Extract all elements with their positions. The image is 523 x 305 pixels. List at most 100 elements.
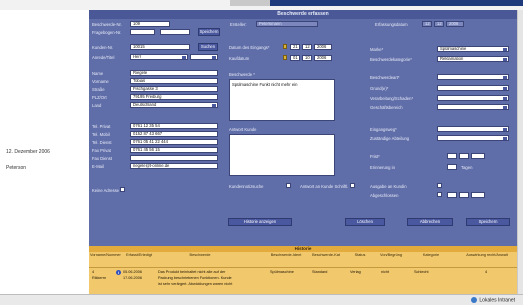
purchase-date-label: Kaufdatum — [229, 56, 250, 61]
purchase-date-day[interactable]: 01 — [290, 55, 300, 61]
complaint-type-label: Beschwerdeart* — [370, 75, 400, 80]
current-date: 12. Dezember 2006 — [6, 149, 50, 155]
delete-button[interactable]: Löschen — [345, 218, 385, 226]
brand-select[interactable]: Spülmaschine — [437, 46, 509, 52]
closed-date-year[interactable] — [471, 192, 485, 198]
no-address-checkbox[interactable] — [120, 187, 125, 192]
history-header: Auswirkung recht/Anwalt — [466, 253, 508, 257]
fax-private-field[interactable]: 0761 45 56 15 — [130, 147, 218, 153]
purchase-date-month[interactable]: 10 — [302, 55, 312, 61]
deadline-year[interactable] — [471, 153, 485, 159]
name-field[interactable]: Riegele — [130, 70, 218, 76]
issue-to-customer-label: Ausgabe an Kundin — [370, 184, 407, 189]
brand-label: Marke* — [370, 47, 384, 52]
processing-select[interactable] — [437, 95, 509, 101]
questionnaire-number-field-2[interactable] — [160, 29, 190, 35]
history-title: Historie — [89, 246, 517, 252]
deadline-month[interactable] — [459, 153, 469, 159]
security-zone-label: Lokales Intranet — [479, 297, 515, 304]
reason-select[interactable] — [437, 85, 509, 91]
department-label: Zuständige Abteilung — [370, 136, 410, 141]
closed-checkbox[interactable] — [437, 192, 442, 197]
reason-label: Grund(e)* — [370, 86, 389, 91]
phone-mobile-label: Tel. Mobil — [92, 132, 110, 137]
name-label: Name — [92, 71, 104, 76]
written-answer-checkbox[interactable] — [350, 183, 355, 188]
email-field[interactable]: riegele@t-online.de — [130, 163, 218, 169]
history-cell: Rikkerm — [92, 276, 106, 280]
reminder-label: Erinnerung in — [370, 165, 395, 170]
complaint-type-select[interactable] — [437, 74, 509, 80]
title-select[interactable] — [190, 54, 218, 60]
complaint-textarea[interactable]: Spülmaschine Funkt nicht mehr ein — [229, 79, 335, 121]
days-label: Tagen — [461, 165, 473, 170]
cancel-button[interactable]: Abbrechen — [407, 218, 453, 226]
phone-mobile-field[interactable]: 0152 87 43 667 — [130, 131, 218, 137]
department-select[interactable] — [437, 135, 509, 141]
history-divider — [89, 267, 517, 268]
info-icon[interactable]: i — [116, 270, 121, 275]
complaint-category-label: Beschwerdekategorie* — [370, 57, 412, 62]
written-answer-label: Antwort an Kunde Schriftl. — [300, 184, 349, 189]
zip-city-field[interactable]: 79195 Freiburg — [130, 94, 218, 100]
receipt-channel-label: Eingangsweg* — [370, 127, 397, 132]
customer-answer-label: Antwort Kunde — [229, 127, 257, 132]
calendar-icon[interactable] — [283, 44, 287, 49]
street-field[interactable]: Fischgasse 3 — [130, 86, 218, 92]
history-cell: Packung beschriebenen Funktionen. Kunde — [158, 276, 232, 280]
customer-answer-textarea[interactable] — [229, 134, 335, 176]
purchase-date-year[interactable]: 2006 — [314, 55, 332, 61]
search-customer-button[interactable]: Suchen — [198, 43, 218, 51]
entry-date-year: 2006 — [446, 21, 464, 27]
save-button[interactable]: Speichern — [466, 218, 510, 226]
deadline-day[interactable] — [447, 153, 457, 159]
complaint-number-field[interactable]: 109 — [130, 21, 170, 27]
phone-private-label: Tel. Privat — [92, 124, 111, 129]
closed-date-day[interactable] — [447, 192, 457, 198]
phone-work-field[interactable]: 0761 05 41 22 444 — [130, 139, 218, 145]
history-cell: Verlag — [350, 270, 361, 274]
complaint-number-label: Beschwerde-Nr. — [92, 22, 122, 27]
business-area-select[interactable] — [437, 104, 509, 110]
browser-top-strip — [0, 0, 523, 10]
entry-date-month: 12 — [434, 21, 444, 27]
closed-date-month[interactable] — [459, 192, 469, 198]
customer-number-field[interactable]: 10015 — [130, 44, 190, 50]
history-cell: 4 — [92, 270, 95, 274]
history-header: Beschwerde-Kat — [312, 253, 340, 257]
history-cell: nicht — [381, 270, 390, 274]
issue-to-customer-checkbox[interactable] — [437, 183, 442, 188]
questionnaire-number-field[interactable] — [130, 29, 155, 35]
left-panel: 12. Dezember 2006 Peterson — [0, 10, 89, 295]
save-top-button[interactable]: Speichern — [198, 28, 220, 36]
business-area-label: Geschäftsbereich — [370, 105, 403, 110]
receipt-channel-select[interactable] — [437, 126, 509, 132]
receipt-date-month[interactable]: 12 — [302, 44, 312, 50]
browser-status-bar: Lokales Intranet — [0, 294, 523, 305]
history-cell: Schlecht — [414, 270, 429, 274]
receipt-date-year[interactable]: 2006 — [314, 44, 332, 50]
customer-note-checkbox[interactable] — [286, 183, 291, 188]
history-header: Beschwerde-Ident — [270, 253, 302, 257]
receipt-date-day[interactable]: 21 — [290, 44, 300, 50]
country-select[interactable]: Deutschland — [130, 102, 218, 108]
complaint-category-select[interactable]: Reklamation — [437, 56, 509, 62]
history-header: Status — [354, 253, 366, 257]
complaint-label: Beschwerde * — [229, 72, 255, 77]
calendar-icon[interactable] — [283, 55, 287, 60]
email-label: E-Mail — [92, 164, 104, 169]
show-history-button[interactable]: Historie anzeigen — [228, 218, 292, 226]
creator-field: Petersmann — [256, 21, 318, 27]
page-scrollbar[interactable] — [517, 10, 523, 294]
history-cell: 4 — [485, 270, 488, 274]
salutation-select[interactable]: Herr — [130, 54, 188, 60]
history-cell: Standard — [312, 270, 328, 274]
fax-work-field[interactable] — [130, 155, 218, 161]
history-header: Kategorie — [422, 253, 440, 257]
phone-private-field[interactable]: 0761 12 35 54 — [130, 123, 218, 129]
questionnaire-number-label: Fragebogen-Nr. — [92, 30, 122, 35]
firstname-field[interactable]: Tobias — [130, 78, 218, 84]
reminder-days-field[interactable] — [447, 164, 457, 170]
history-header: Beschwerde — [189, 253, 211, 257]
phone-work-label: Tel. Dienst — [92, 140, 112, 145]
